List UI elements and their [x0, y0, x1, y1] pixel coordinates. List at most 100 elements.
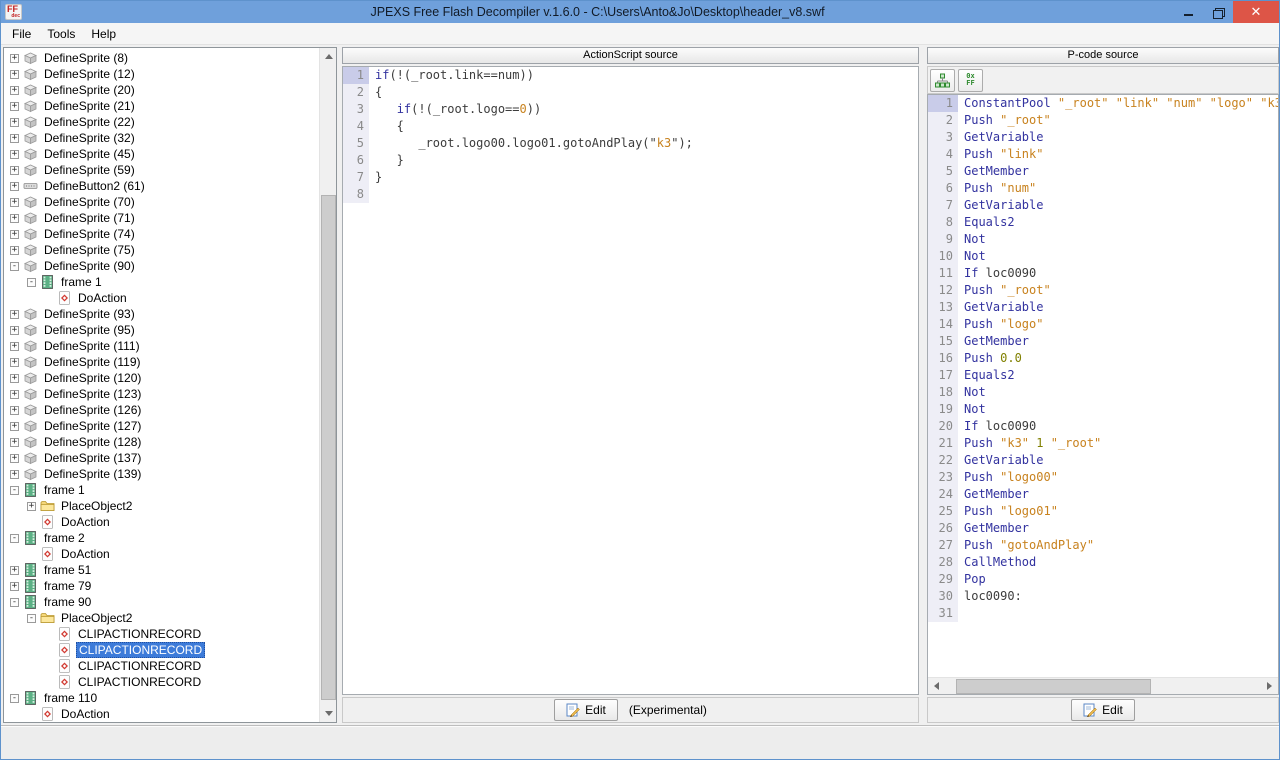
expand-icon[interactable]: + — [10, 198, 19, 207]
minimize-button[interactable] — [1173, 1, 1203, 23]
tree-item[interactable]: CLIPACTIONRECORD — [4, 626, 319, 642]
tree-item[interactable]: +DefineSprite (126) — [4, 402, 319, 418]
tree-item[interactable]: +DefineSprite (137) — [4, 450, 319, 466]
restore-button[interactable] — [1203, 1, 1233, 23]
expand-icon[interactable]: + — [10, 214, 19, 223]
expand-icon[interactable]: + — [10, 390, 19, 399]
tree-vertical-scrollbar[interactable] — [319, 48, 336, 722]
tree-item[interactable]: +DefineButton2 (61) — [4, 178, 319, 194]
tree-item[interactable]: +DefineSprite (120) — [4, 370, 319, 386]
expand-icon[interactable]: + — [10, 182, 19, 191]
expand-icon[interactable]: + — [10, 374, 19, 383]
scroll-down-button[interactable] — [320, 705, 337, 722]
tree-scrollbar-thumb[interactable] — [321, 195, 336, 700]
expand-icon[interactable]: + — [10, 86, 19, 95]
sprite-icon — [23, 243, 38, 257]
tree-item[interactable]: +DefineSprite (128) — [4, 434, 319, 450]
expand-icon[interactable]: + — [10, 422, 19, 431]
expand-icon[interactable]: + — [10, 134, 19, 143]
graph-view-button[interactable] — [930, 69, 955, 92]
edit-actionscript-button[interactable]: Edit — [554, 699, 618, 721]
tree-item[interactable]: -PlaceObject2 — [4, 610, 319, 626]
expand-icon[interactable]: + — [10, 358, 19, 367]
menu-help[interactable]: Help — [83, 24, 124, 44]
close-button[interactable]: ✕ — [1233, 1, 1279, 23]
tree-item[interactable]: DoAction — [4, 514, 319, 530]
scroll-right-button[interactable] — [1261, 678, 1278, 694]
edit-pcode-button[interactable]: Edit — [1071, 699, 1135, 721]
tree-item[interactable]: +DefineSprite (45) — [4, 146, 319, 162]
collapse-icon[interactable]: - — [10, 486, 19, 495]
tree-item[interactable]: +DefineSprite (127) — [4, 418, 319, 434]
expand-icon[interactable]: + — [10, 438, 19, 447]
tree-item[interactable]: +DefineSprite (71) — [4, 210, 319, 226]
tree-item[interactable]: -frame 1 — [4, 274, 319, 290]
expand-icon[interactable]: + — [10, 406, 19, 415]
tree-item[interactable]: DoAction — [4, 706, 319, 722]
expand-icon[interactable]: + — [10, 102, 19, 111]
pcode-code-wrap[interactable]: 1ConstantPool "_root" "link" "num" "logo… — [927, 94, 1279, 695]
tree-item[interactable]: +DefineSprite (123) — [4, 386, 319, 402]
tree-item[interactable]: +DefineSprite (95) — [4, 322, 319, 338]
tree-item[interactable]: -DefineSprite (90) — [4, 258, 319, 274]
tree-item[interactable]: +DefineSprite (12) — [4, 66, 319, 82]
expand-icon[interactable]: + — [10, 150, 19, 159]
tree-item[interactable]: CLIPACTIONRECORD — [4, 642, 319, 658]
tree-item[interactable]: +DefineSprite (75) — [4, 242, 319, 258]
tree-item[interactable]: -frame 90 — [4, 594, 319, 610]
tree-item[interactable]: +frame 51 — [4, 562, 319, 578]
tree-item[interactable]: +DefineSprite (21) — [4, 98, 319, 114]
expand-icon[interactable]: + — [10, 342, 19, 351]
tree-item[interactable]: +DefineSprite (32) — [4, 130, 319, 146]
menu-tools[interactable]: Tools — [39, 24, 83, 44]
hex-view-button[interactable]: 0x FF — [958, 69, 983, 92]
scroll-left-button[interactable] — [928, 678, 945, 694]
collapse-icon[interactable]: - — [10, 598, 19, 607]
tree-item[interactable]: +DefineSprite (8) — [4, 50, 319, 66]
tree-item[interactable]: CLIPACTIONRECORD — [4, 658, 319, 674]
line-number: 14 — [928, 316, 958, 333]
tree-item[interactable]: +DefineSprite (93) — [4, 306, 319, 322]
expand-icon[interactable]: + — [10, 326, 19, 335]
pcode-horizontal-scrollbar[interactable] — [928, 677, 1278, 694]
collapse-icon[interactable]: - — [27, 278, 36, 287]
tree-item[interactable]: -frame 110 — [4, 690, 319, 706]
tree-item[interactable]: DoAction — [4, 290, 319, 306]
sprite-tree[interactable]: +DefineSprite (8)+DefineSprite (12)+Defi… — [4, 50, 319, 722]
expand-icon[interactable]: + — [10, 118, 19, 127]
expand-icon[interactable]: + — [27, 502, 36, 511]
tree-item[interactable]: -frame 1 — [4, 482, 319, 498]
expand-icon[interactable]: + — [10, 566, 19, 575]
tree-item[interactable]: +frame 79 — [4, 578, 319, 594]
collapse-icon[interactable]: - — [10, 534, 19, 543]
collapse-icon[interactable]: - — [10, 694, 19, 703]
tree-item[interactable]: +DefineSprite (119) — [4, 354, 319, 370]
expand-icon[interactable]: + — [10, 70, 19, 79]
collapse-icon[interactable]: - — [10, 262, 19, 271]
pcode-scrollbar-thumb[interactable] — [956, 679, 1151, 694]
tree-item[interactable]: +DefineSprite (139) — [4, 466, 319, 482]
tree-item[interactable]: +DefineSprite (111) — [4, 338, 319, 354]
expand-icon[interactable]: + — [10, 230, 19, 239]
tree-item[interactable]: +DefineSprite (22) — [4, 114, 319, 130]
scroll-up-button[interactable] — [320, 48, 337, 65]
expand-icon[interactable]: + — [10, 582, 19, 591]
tree-item[interactable]: +DefineSprite (59) — [4, 162, 319, 178]
expand-icon[interactable]: + — [10, 246, 19, 255]
tree-item[interactable]: +DefineSprite (20) — [4, 82, 319, 98]
expand-icon[interactable]: + — [10, 310, 19, 319]
menu-file[interactable]: File — [4, 24, 39, 44]
expand-icon[interactable]: + — [10, 54, 19, 63]
expand-icon[interactable]: + — [10, 470, 19, 479]
tree-item[interactable]: +PlaceObject2 — [4, 498, 319, 514]
tree-item[interactable]: +DefineSprite (74) — [4, 226, 319, 242]
expand-icon[interactable]: + — [10, 166, 19, 175]
tree-item[interactable]: -frame 2 — [4, 530, 319, 546]
actionscript-code[interactable]: 1if(!(_root.link==num))2{3 if(!(_root.lo… — [342, 66, 919, 695]
tree-item[interactable]: +DefineSprite (70) — [4, 194, 319, 210]
tree-item[interactable]: CLIPACTIONRECORD — [4, 674, 319, 690]
expand-icon[interactable]: + — [10, 454, 19, 463]
tree-item[interactable]: DoAction — [4, 546, 319, 562]
collapse-icon[interactable]: - — [27, 614, 36, 623]
line-number: 4 — [343, 118, 369, 135]
